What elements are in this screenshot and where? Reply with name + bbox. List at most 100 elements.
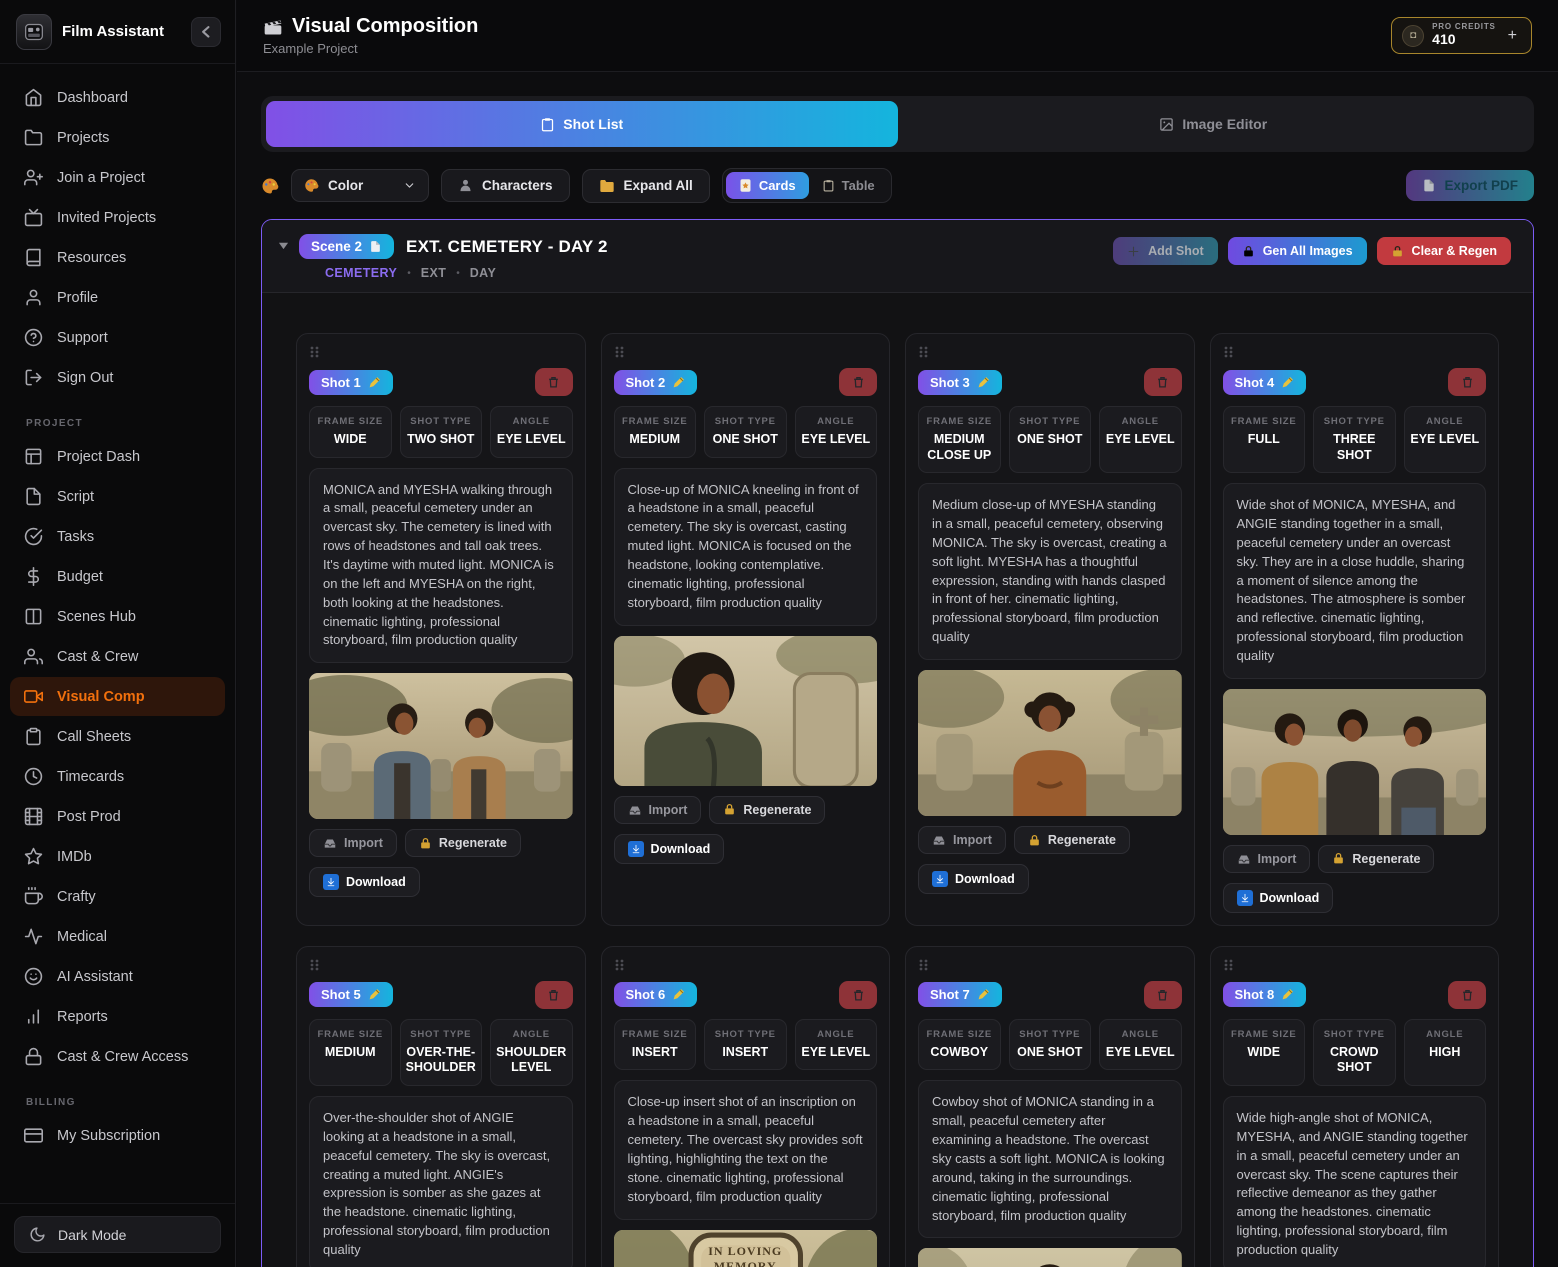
drag-handle-icon[interactable] [614, 346, 878, 358]
sidebar-item-script[interactable]: Script [10, 477, 225, 516]
shot-description: Cowboy shot of MONICA standing in a smal… [918, 1080, 1182, 1238]
download-button[interactable]: Download [1223, 883, 1334, 913]
characters-button[interactable]: Characters [441, 169, 570, 202]
delete-shot-button[interactable] [839, 981, 877, 1009]
sidebar-item-profile[interactable]: Profile [10, 278, 225, 317]
dark-mode-toggle[interactable]: Dark Mode [14, 1216, 221, 1253]
export-pdf-button[interactable]: Export PDF [1406, 170, 1534, 201]
sidebar-item-dashboard[interactable]: Dashboard [10, 78, 225, 117]
shot-badge[interactable]: Shot 3 [918, 370, 1002, 395]
regenerate-button[interactable]: Regenerate [1014, 826, 1130, 854]
sidebar-item-cast-crew-access[interactable]: Cast & Crew Access [10, 1037, 225, 1076]
shot-badge[interactable]: Shot 6 [614, 982, 698, 1007]
sidebar-item-crafty[interactable]: Crafty [10, 877, 225, 916]
sidebar-item-ai-assistant[interactable]: AI Assistant [10, 957, 225, 996]
sidebar-item-projects[interactable]: Projects [10, 118, 225, 157]
delete-shot-button[interactable] [1448, 368, 1486, 396]
add-shot-label: Add Shot [1148, 244, 1204, 258]
dot-separator: • [456, 268, 460, 279]
sidebar-item-call-sheets[interactable]: Call Sheets [10, 717, 225, 756]
sidebar-item-resources[interactable]: Resources [10, 238, 225, 277]
shot-description: Medium close-up of MYESHA standing in a … [918, 483, 1182, 660]
drag-handle-icon[interactable] [1223, 959, 1487, 971]
sidebar-item-cast-crew[interactable]: Cast & Crew [10, 637, 225, 676]
sidebar-item-post-prod[interactable]: Post Prod [10, 797, 225, 836]
shot-badge[interactable]: Shot 2 [614, 370, 698, 395]
download-button[interactable]: Download [918, 864, 1029, 894]
expand-all-button[interactable]: Expand All [582, 169, 710, 203]
view-mode-cards[interactable]: Cards [726, 172, 809, 199]
sidebar-item-medical[interactable]: Medical [10, 917, 225, 956]
drag-handle-icon[interactable] [309, 959, 573, 971]
color-filter-select[interactable]: Color [291, 169, 429, 202]
regenerate-button[interactable]: Regenerate [1318, 845, 1434, 873]
sidebar-item-budget[interactable]: Budget [10, 557, 225, 596]
drag-handle-icon[interactable] [918, 346, 1182, 358]
sidebar-item-join-a-project[interactable]: Join a Project [10, 158, 225, 197]
shot-badge[interactable]: Shot 4 [1223, 370, 1307, 395]
shot-badge[interactable]: Shot 5 [309, 982, 393, 1007]
sidebar-item-visual-comp[interactable]: Visual Comp [10, 677, 225, 716]
delete-shot-button[interactable] [1448, 981, 1486, 1009]
sidebar-item-sign-out[interactable]: Sign Out [10, 358, 225, 397]
smile-icon [24, 967, 43, 986]
delete-shot-button[interactable] [1144, 981, 1182, 1009]
shot-type-box: SHOT TYPEONE SHOT [1009, 1019, 1092, 1071]
pencil-icon [672, 376, 685, 389]
lock-icon [419, 837, 432, 850]
delete-shot-button[interactable] [535, 368, 573, 396]
drag-handle-icon[interactable] [918, 959, 1182, 971]
meta-label: FRAME SIZE [317, 416, 383, 427]
add-shot-button[interactable]: Add Shot [1113, 237, 1218, 265]
sidebar-item-imdb[interactable]: IMDb [10, 837, 225, 876]
sidebar-item-label: Visual Comp [57, 689, 145, 705]
scene-badge[interactable]: Scene 2 [299, 234, 394, 259]
collapse-caret-icon[interactable] [278, 240, 289, 251]
import-button[interactable]: Import [309, 829, 397, 857]
shot-badge[interactable]: Shot 8 [1223, 982, 1307, 1007]
add-credits-button[interactable]: + [1504, 27, 1521, 45]
download-button[interactable]: Download [309, 867, 420, 897]
gen-all-images-button[interactable]: Gen All Images [1228, 237, 1367, 265]
shot-badge[interactable]: Shot 7 [918, 982, 1002, 1007]
dark-mode-wrap: Dark Mode [0, 1203, 235, 1267]
sidebar-collapse-button[interactable] [191, 17, 221, 47]
view-mode-table[interactable]: Table [809, 172, 888, 199]
tab-shot-list[interactable]: Shot List [266, 101, 898, 147]
sidebar-item-scenes-hub[interactable]: Scenes Hub [10, 597, 225, 636]
sidebar-item-invited-projects[interactable]: Invited Projects [10, 198, 225, 237]
sidebar-item-project-dash[interactable]: Project Dash [10, 437, 225, 476]
sidebar-item-reports[interactable]: Reports [10, 997, 225, 1036]
import-button[interactable]: Import [1223, 845, 1311, 873]
shot-card-5: Shot 5 FRAME SIZEMEDIUM SHOT TYPEOVER-TH… [296, 946, 586, 1267]
delete-shot-button[interactable] [1144, 368, 1182, 396]
help-circle-icon [24, 328, 43, 347]
drag-handle-icon[interactable] [614, 959, 878, 971]
shot-type-box: SHOT TYPEONE SHOT [704, 406, 787, 458]
import-button[interactable]: Import [614, 796, 702, 824]
drag-handle-icon[interactable] [309, 346, 573, 358]
delete-shot-button[interactable] [839, 368, 877, 396]
sidebar-item-my-subscription[interactable]: My Subscription [10, 1116, 225, 1155]
clear-regen-button[interactable]: Clear & Regen [1377, 237, 1511, 265]
import-button[interactable]: Import [918, 826, 1006, 854]
shot-card-2: Shot 2 FRAME SIZEMEDIUM SHOT TYPEONE SHO… [601, 333, 891, 926]
sidebar-item-support[interactable]: Support [10, 318, 225, 357]
drag-handle-icon[interactable] [1223, 346, 1487, 358]
film-icon [24, 807, 43, 826]
sidebar-item-label: Timecards [57, 769, 124, 785]
download-arrow-icon [323, 874, 339, 890]
shot-cards-grid: Shot 1 FRAME SIZEWIDE SHOT TYPETWO SHOT … [262, 293, 1533, 1267]
main-area: Visual Composition Example Project ◘ PRO… [237, 0, 1558, 1267]
sidebar-item-timecards[interactable]: Timecards [10, 757, 225, 796]
delete-shot-button[interactable] [535, 981, 573, 1009]
regenerate-button[interactable]: Regenerate [709, 796, 825, 824]
chevron-down-icon [403, 179, 416, 192]
shot-badge[interactable]: Shot 1 [309, 370, 393, 395]
download-button[interactable]: Download [614, 834, 725, 864]
regenerate-button[interactable]: Regenerate [405, 829, 521, 857]
tab-image-editor[interactable]: Image Editor [898, 101, 1530, 147]
sidebar-item-label: Invited Projects [57, 210, 156, 226]
sidebar-item-tasks[interactable]: Tasks [10, 517, 225, 556]
meta-label: ANGLE [1426, 416, 1463, 427]
